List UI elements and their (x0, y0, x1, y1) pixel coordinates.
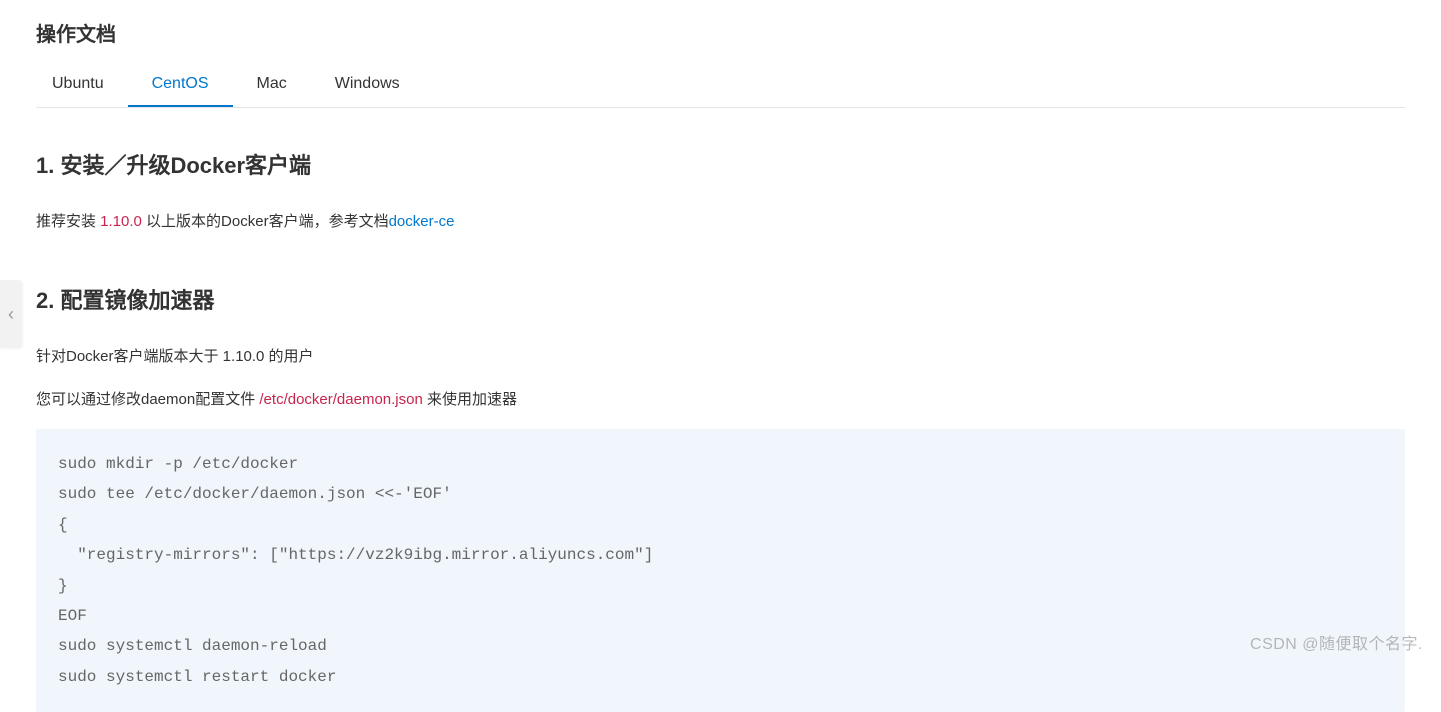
text-part: 以上版本的Docker客户端，参考文档 (142, 213, 389, 230)
install-recommend-text: 推荐安装 1.10.0 以上版本的Docker客户端，参考文档docker-ce (36, 208, 1405, 235)
text-part: 推荐安装 (36, 213, 100, 230)
section-mirror-heading: 2. 配置镜像加速器 (36, 283, 1405, 315)
tab-ubuntu[interactable]: Ubuntu (36, 65, 128, 107)
doc-container: 操作文档 Ubuntu CentOS Mac Windows 1. 安装／升级D… (0, 0, 1441, 712)
tab-windows[interactable]: Windows (311, 65, 424, 107)
tab-mac[interactable]: Mac (233, 65, 311, 107)
docker-ce-link[interactable]: docker-ce (389, 213, 455, 230)
page-title: 操作文档 (36, 18, 1405, 47)
daemon-json-path: /etc/docker/daemon.json (259, 391, 422, 408)
text-part: 您可以通过修改daemon配置文件 (36, 391, 259, 408)
mirror-para-2: 您可以通过修改daemon配置文件 /etc/docker/daemon.jso… (36, 386, 1405, 413)
code-block: sudo mkdir -p /etc/docker sudo tee /etc/… (36, 429, 1405, 712)
mirror-para-1: 针对Docker客户端版本大于 1.10.0 的用户 (36, 343, 1405, 370)
collapse-handle[interactable]: ‹ (0, 280, 22, 348)
section-install-heading: 1. 安装／升级Docker客户端 (36, 148, 1405, 180)
tab-centos[interactable]: CentOS (128, 65, 233, 107)
chevron-left-icon: ‹ (8, 304, 14, 325)
section-mirror: 2. 配置镜像加速器 针对Docker客户端版本大于 1.10.0 的用户 您可… (36, 283, 1405, 712)
os-tabs: Ubuntu CentOS Mac Windows (36, 65, 1405, 108)
version-text: 1.10.0 (100, 213, 142, 230)
code-content: sudo mkdir -p /etc/docker sudo tee /etc/… (58, 449, 1383, 692)
text-part: 来使用加速器 (423, 391, 517, 408)
